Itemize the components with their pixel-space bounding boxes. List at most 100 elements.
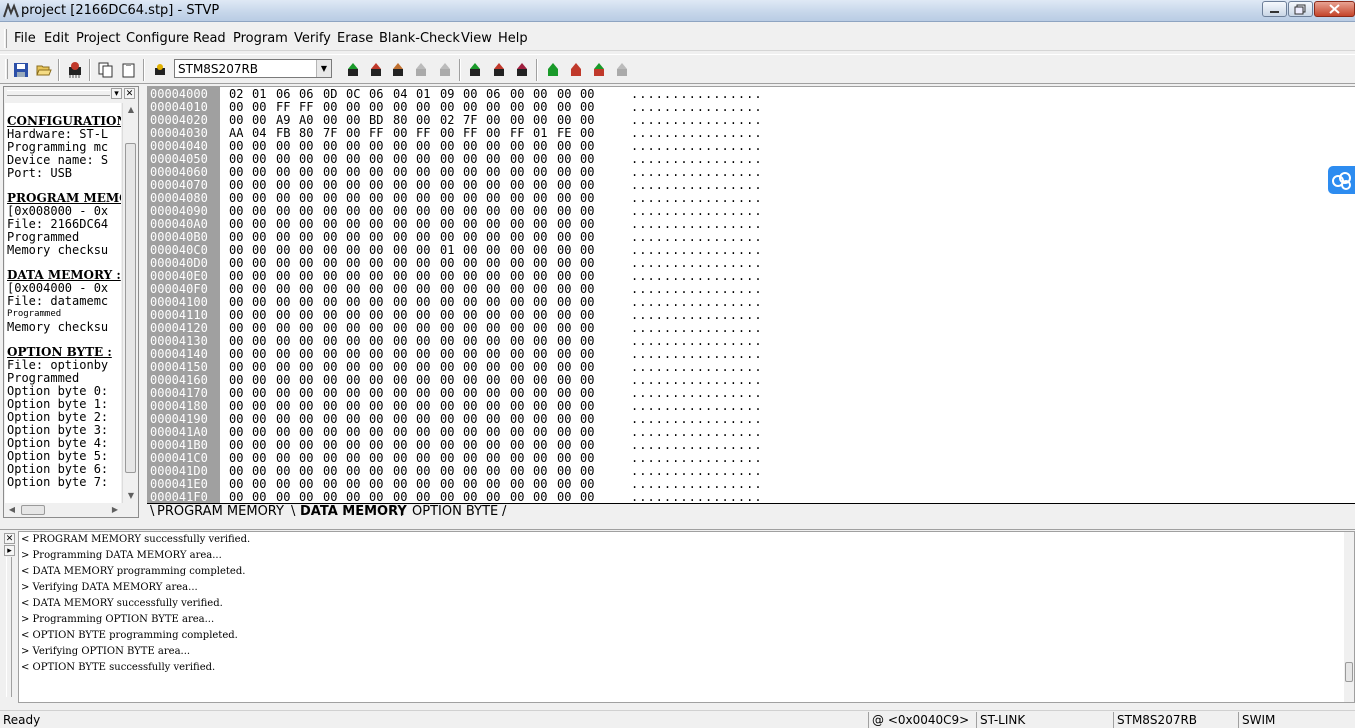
- device-select-value: STM8S207RB: [178, 62, 259, 76]
- erase-button[interactable]: [412, 61, 430, 79]
- panel-close-button[interactable]: ✕: [124, 88, 135, 99]
- hex-byte[interactable]: 00: [369, 491, 383, 504]
- log-line: < DATA MEMORY programming completed.: [21, 566, 246, 577]
- tab-program-memory[interactable]: PROGRAM MEMORY: [157, 504, 284, 520]
- close-window-button[interactable]: [1314, 1, 1355, 17]
- panel-menu-button[interactable]: ▾: [111, 88, 122, 99]
- copy-icon: [98, 62, 113, 78]
- stvp-app-icon: [3, 3, 19, 18]
- chevron-down-icon[interactable]: ▼: [316, 60, 331, 77]
- info-text-area: CONFIGURATION Hardware: ST-L Programming…: [5, 103, 121, 503]
- info-option-byte: Option byte 7:: [7, 475, 109, 489]
- hex-byte[interactable]: 00: [276, 491, 290, 504]
- menu-grip: [4, 29, 7, 48]
- hex-byte[interactable]: 00: [252, 491, 266, 504]
- device-icon-button[interactable]: [151, 61, 169, 79]
- menu-verify[interactable]: Verify: [294, 31, 331, 46]
- hex-byte[interactable]: 00: [346, 491, 360, 504]
- status-protocol: SWIM: [1238, 712, 1355, 728]
- hex-byte[interactable]: 00: [323, 491, 337, 504]
- menu-help[interactable]: Help: [498, 31, 528, 46]
- scroll-thumb[interactable]: [125, 143, 136, 473]
- tab-divider: \: [291, 504, 296, 519]
- tab-option-byte[interactable]: OPTION BYTE: [412, 504, 498, 520]
- scroll-down-icon[interactable]: ▼: [124, 489, 138, 503]
- hex-address: 000041F0: [150, 490, 208, 504]
- close-icon: [1329, 4, 1340, 14]
- scroll-right-icon[interactable]: ▶: [108, 503, 122, 517]
- program-all-button[interactable]: [490, 61, 508, 79]
- output-close-button[interactable]: ✕: [4, 533, 15, 544]
- save-button[interactable]: [12, 61, 30, 79]
- output-log[interactable]: < PROGRAM MEMORY successfully verified. …: [18, 531, 1355, 703]
- verify-all-button[interactable]: [513, 61, 531, 79]
- menu-file[interactable]: File: [14, 31, 36, 46]
- paste-button[interactable]: [120, 61, 138, 79]
- info-horizontal-scrollbar[interactable]: ◀ ▶: [5, 503, 122, 517]
- info-data-checksum: Memory checksu: [7, 320, 109, 334]
- menu-project[interactable]: Project: [76, 31, 120, 46]
- pane-splitter[interactable]: [0, 522, 1355, 530]
- erase-disabled-icon: [416, 63, 426, 76]
- verify-all-icon: [517, 63, 527, 76]
- scroll-thumb[interactable]: [21, 505, 45, 515]
- output-panel-header: ✕ ▸: [3, 531, 17, 701]
- hex-byte[interactable]: 00: [486, 491, 500, 504]
- scroll-left-icon[interactable]: ◀: [5, 503, 19, 517]
- info-port: Port: USB: [7, 166, 73, 180]
- status-ready: Ready: [3, 713, 41, 727]
- hex-ascii: ................: [631, 490, 763, 504]
- copy-button[interactable]: [97, 61, 115, 79]
- hex-byte[interactable]: 00: [440, 491, 454, 504]
- scroll-up-icon[interactable]: ▲: [124, 103, 138, 117]
- tab-data-memory[interactable]: DATA MEMORY: [300, 504, 407, 520]
- hex-byte[interactable]: 00: [393, 491, 407, 504]
- hex-byte[interactable]: 00: [416, 491, 430, 504]
- hex-byte[interactable]: 00: [229, 491, 243, 504]
- chip-config-button[interactable]: [66, 61, 84, 79]
- read-all-button[interactable]: [466, 61, 484, 79]
- program-current-tab-button[interactable]: [367, 61, 385, 79]
- open-button[interactable]: [35, 61, 53, 79]
- status-hardware: ST-LINK: [976, 712, 1112, 728]
- log-line: > Verifying DATA MEMORY area...: [21, 582, 198, 593]
- hex-byte[interactable]: 00: [533, 491, 547, 504]
- device-select[interactable]: STM8S207RB ▼: [174, 59, 332, 78]
- tab-divider: /: [502, 504, 507, 519]
- hex-byte[interactable]: 00: [580, 491, 594, 504]
- hex-byte[interactable]: 00: [463, 491, 477, 504]
- hex-byte[interactable]: 00: [510, 491, 524, 504]
- toolbar-separator: [89, 59, 91, 81]
- read-current-tab-button[interactable]: [344, 61, 362, 79]
- verify-option-button[interactable]: [590, 61, 608, 79]
- log-line: > Verifying OPTION BYTE area...: [21, 646, 191, 657]
- hex-view[interactable]: 00004000 02 01 06 06 0D 0C 06 04 01 09 00 06 00 00 00 00…: [147, 86, 1355, 503]
- menu-program[interactable]: Program: [233, 31, 288, 46]
- menu-view[interactable]: View: [461, 31, 492, 46]
- info-vertical-scrollbar[interactable]: ▲ ▼: [122, 103, 138, 503]
- menu-configure[interactable]: Configure: [126, 31, 189, 46]
- program-option-button[interactable]: [567, 61, 585, 79]
- read-option-button[interactable]: [544, 61, 562, 79]
- hex-byte[interactable]: 00: [299, 491, 313, 504]
- restore-icon: [1294, 4, 1306, 15]
- menu-erase[interactable]: Erase: [337, 31, 373, 46]
- hex-byte[interactable]: 00: [557, 491, 571, 504]
- blank-check-button[interactable]: [436, 61, 454, 79]
- program-all-icon: [494, 63, 504, 76]
- memory-tabs: \ PROGRAM MEMORY \ DATA MEMORY / OPTION …: [147, 503, 1355, 520]
- menu-read[interactable]: Read: [193, 31, 226, 46]
- scroll-thumb[interactable]: [1345, 662, 1353, 682]
- verify-current-tab-button[interactable]: [389, 61, 407, 79]
- maximize-button[interactable]: [1288, 1, 1313, 17]
- floating-side-button[interactable]: [1328, 166, 1355, 194]
- read-all-icon: [470, 63, 480, 76]
- menu-edit[interactable]: Edit: [44, 31, 69, 46]
- output-vertical-scrollbar[interactable]: [1344, 532, 1354, 702]
- output-menu-button[interactable]: ▸: [4, 545, 15, 556]
- erase-option-button[interactable]: [613, 61, 631, 79]
- log-line: < PROGRAM MEMORY successfully verified.: [21, 534, 251, 545]
- toolbar-grip: [5, 59, 8, 79]
- minimize-button[interactable]: [1262, 1, 1287, 17]
- menu-blank-check[interactable]: Blank-Check: [379, 31, 460, 46]
